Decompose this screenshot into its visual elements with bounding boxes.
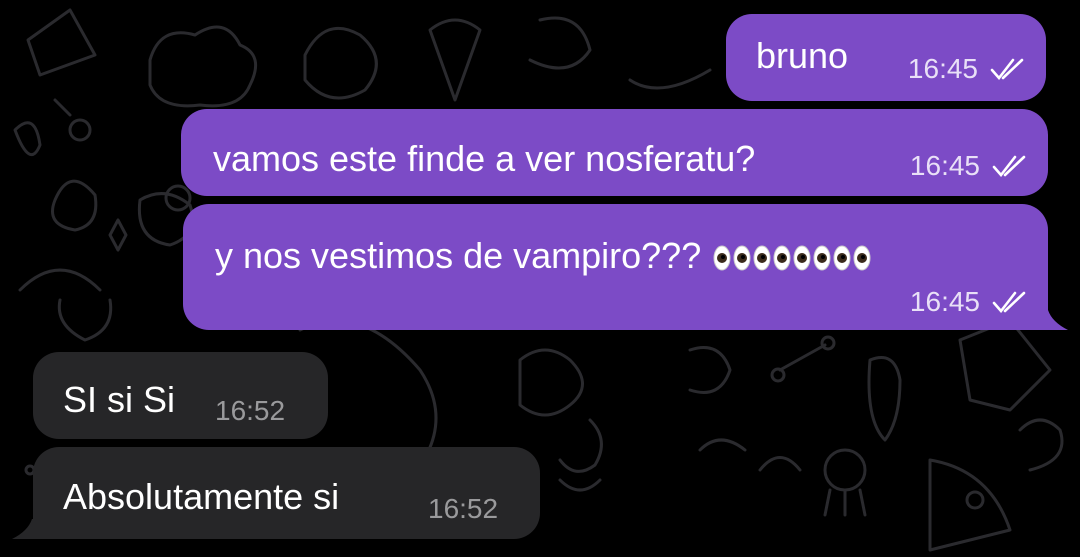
eyes-emoji (733, 245, 751, 271)
message-time: 16:52 (215, 395, 286, 426)
message-text: Absolutamente si (63, 476, 340, 517)
gamepad-doodle-icon (518, 348, 584, 417)
cloud-doodle-icon (148, 25, 258, 108)
jellyfish-doodle-icon (823, 448, 867, 492)
ice-cream-doodle-icon (428, 18, 482, 102)
message-text: bruno (756, 35, 849, 76)
message-meta: 16:45 (908, 54, 1026, 84)
eyes-emoji-group (711, 245, 871, 271)
double-check-icon (990, 58, 1024, 80)
bubble-tail (12, 519, 40, 539)
bubble-tail (1040, 310, 1068, 330)
message-meta: 16:52 (428, 494, 498, 524)
message-meta: 16:45 (910, 151, 1028, 181)
snail-doodle-icon (528, 16, 592, 70)
message-time: 16:45 (909, 286, 980, 317)
message-text: y nos vestimos de vampiro??? (215, 236, 871, 276)
eyes-emoji (833, 245, 851, 271)
message-text: vamos este finde a ver nosferatu? (213, 138, 756, 179)
double-check-icon (992, 291, 1026, 313)
chocolate-doodle-icon (958, 318, 1052, 412)
message-time: 16:45 (909, 150, 980, 181)
double-check-icon (992, 155, 1026, 177)
incoming-message-bubble[interactable]: Absolutamente si 16:52 (33, 447, 540, 539)
eyes-emoji (793, 245, 811, 271)
message-text-content: y nos vestimos de vampiro??? (215, 235, 702, 276)
outgoing-message-bubble[interactable]: bruno 16:45 (726, 14, 1046, 101)
message-meta: 16:52 (215, 396, 285, 426)
eyes-emoji (813, 245, 831, 271)
message-meta: 16:45 (910, 287, 1028, 317)
cake-doodle-icon (26, 8, 97, 77)
message-time: 16:52 (428, 493, 499, 524)
outgoing-message-bubble[interactable]: y nos vestimos de vampiro??? 16:45 (183, 204, 1048, 330)
bear-doodle-icon (303, 26, 378, 100)
outgoing-message-bubble[interactable]: vamos este finde a ver nosferatu? 16:45 (181, 109, 1048, 196)
incoming-message-bubble[interactable]: SI si Si 16:52 (33, 352, 328, 439)
eyes-emoji (713, 245, 731, 271)
eyes-emoji (773, 245, 791, 271)
eyes-emoji (753, 245, 771, 271)
message-time: 16:45 (907, 53, 978, 84)
eyes-emoji (853, 245, 871, 271)
squid-doodle-icon (867, 356, 902, 442)
message-text: SI si Si (63, 379, 176, 420)
